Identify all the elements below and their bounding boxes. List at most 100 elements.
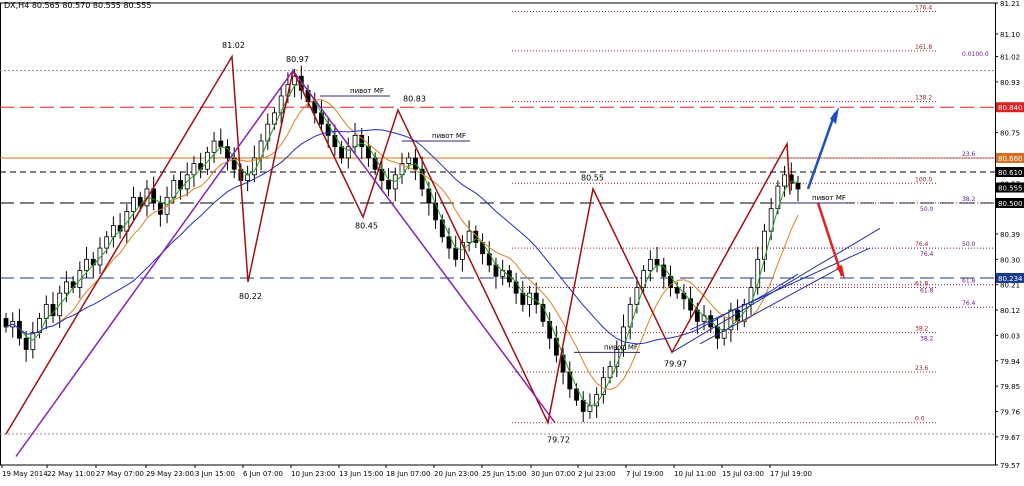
forecast-down-arrow	[816, 202, 844, 277]
x-tick-label: 13 Jun 15:00	[339, 470, 383, 478]
y-tick-label: 80.39	[1000, 231, 1020, 239]
price-tag-label: 80.555	[998, 185, 1023, 193]
candle-body	[70, 281, 76, 288]
candle-body	[339, 146, 344, 159]
pivot-mf-label: пивот MF	[604, 343, 638, 351]
price-tag-label: 80.500	[998, 200, 1023, 208]
plot-frame	[0, 2, 996, 466]
x-tick-label: 20 Jun 23:00	[434, 470, 478, 478]
candle-body	[654, 258, 660, 266]
x-tick-label: 10 Jul 11:00	[674, 470, 716, 478]
x-tick-label: 22 May 11:00	[47, 470, 95, 478]
x-tick-label: 10 Jun 23:00	[291, 470, 335, 478]
price-chart: DX,H4 80.565 80.570 80.555 80.555 81.21 8…	[0, 0, 1024, 482]
pivot-mf-label: пивот MF	[432, 132, 466, 140]
fib-secondary-label: 50.0	[962, 241, 976, 248]
candle-body	[453, 247, 459, 260]
x-tick-label: 2 Jul 23:00	[578, 470, 616, 478]
fib-level-label: 38.2	[915, 326, 929, 333]
fib-secondary-label: 38.2	[962, 196, 976, 203]
candle-body	[520, 292, 526, 305]
candle-body	[647, 258, 653, 272]
candle-body	[674, 287, 680, 294]
y-tick-label: 79.85	[1000, 383, 1020, 391]
chart-title: DX,H4 80.565 80.570 80.555 80.555	[4, 1, 152, 10]
swing-price-label: 80.22	[239, 292, 262, 301]
x-tick-label: 25 Jun 15:00	[482, 470, 526, 478]
candle-body	[527, 292, 532, 305]
x-tick-label: 3 Jun 15:00	[195, 470, 235, 478]
candle-body	[782, 174, 787, 187]
x-tick-label: 19 May 2014	[2, 470, 48, 478]
fib-level-label: 100.0	[915, 176, 932, 183]
y-tick-label: 81.21	[1000, 0, 1020, 8]
fib-secondary-label: 23.6	[962, 151, 976, 158]
y-tick-label: 79.67	[1000, 434, 1020, 442]
price-tag-label: 80.840	[998, 104, 1023, 112]
fib-level-label: 61.8	[915, 281, 929, 288]
candle-body	[386, 180, 391, 190]
x-tick-label: 27 May 07:00	[96, 470, 144, 478]
x-tick-label: 15 Jul 03:00	[722, 470, 764, 478]
y-tick-label: 81.10	[1000, 31, 1020, 39]
candle-body	[117, 225, 123, 232]
forecast-up-arrow	[806, 112, 837, 190]
candle-body	[3, 318, 9, 328]
chart-canvas: 81.2181.1081.0280.9380.8480.7580.6680.57…	[0, 0, 1024, 478]
x-tick-label: 30 Jun 07:00	[531, 470, 575, 478]
candle-body	[84, 258, 89, 272]
fib-level-label: 161.8	[915, 44, 932, 51]
pivot-mf-label: пивот MF	[812, 194, 846, 202]
candle-body	[587, 405, 593, 412]
x-tick-label: 6 Jun 07:00	[243, 470, 283, 478]
swing-price-label: 80.45	[355, 221, 378, 230]
price-tag-label: 80.660	[998, 155, 1023, 163]
swing-price-label: 80.97	[286, 55, 309, 64]
forecast-down-arrowhead	[836, 264, 845, 280]
fib-secondary-label: 76.4	[962, 300, 976, 307]
pivot-mf-label: пивот MF	[350, 87, 384, 95]
moving-average-fast	[5, 83, 799, 407]
candle-body	[406, 157, 412, 164]
fib-secondary-label: 76.4	[920, 251, 934, 258]
y-tick-label: 81.02	[1000, 54, 1020, 62]
candle-body	[23, 337, 29, 350]
candle-body	[795, 182, 801, 190]
fib-level-label: 0.0	[915, 416, 925, 423]
candle-body	[30, 332, 36, 350]
fib-secondary-label: 61.8	[962, 278, 976, 285]
candle-body	[433, 202, 438, 221]
x-tick-label: 18 Jun 07:00	[386, 470, 430, 478]
price-tag-label: 80.610	[998, 169, 1023, 177]
uptrend-channel-line	[689, 247, 871, 331]
fib-level-label: 76.4	[915, 241, 929, 248]
y-tick-label: 80.30	[1000, 256, 1020, 264]
candle-body	[352, 135, 358, 148]
price-tag-label: 80.234	[998, 275, 1023, 283]
fib-secondary-label: 38.2	[920, 336, 934, 343]
candle-body	[43, 304, 49, 319]
fib-secondary-label: 50.0	[920, 206, 934, 213]
candle-body	[245, 174, 251, 181]
candle-body	[131, 196, 136, 212]
x-tick-label: 29 May 23:00	[146, 470, 194, 478]
candle-body	[198, 163, 204, 170]
candle-body	[715, 326, 720, 339]
swing-price-label: 80.83	[403, 95, 426, 104]
y-tick-label: 80.03	[1000, 332, 1020, 340]
candle-body	[681, 292, 687, 300]
fib-100-label: 0.0100.0	[962, 51, 989, 58]
candle-body	[191, 163, 197, 176]
zigzag-line	[5, 54, 791, 435]
x-tick-label: 17 Jul 19:00	[770, 470, 812, 478]
candle-body	[466, 230, 472, 243]
candle-body	[533, 292, 539, 305]
purple-trend-line	[15, 69, 556, 457]
y-tick-label: 79.57	[1000, 462, 1020, 470]
candle-body	[64, 281, 69, 294]
moving-average-mid	[5, 99, 799, 391]
swing-price-label: 79.72	[547, 435, 570, 444]
swing-price-label: 81.02	[222, 41, 245, 50]
y-tick-label: 80.93	[1000, 79, 1020, 87]
y-tick-label: 79.94	[1000, 358, 1021, 366]
